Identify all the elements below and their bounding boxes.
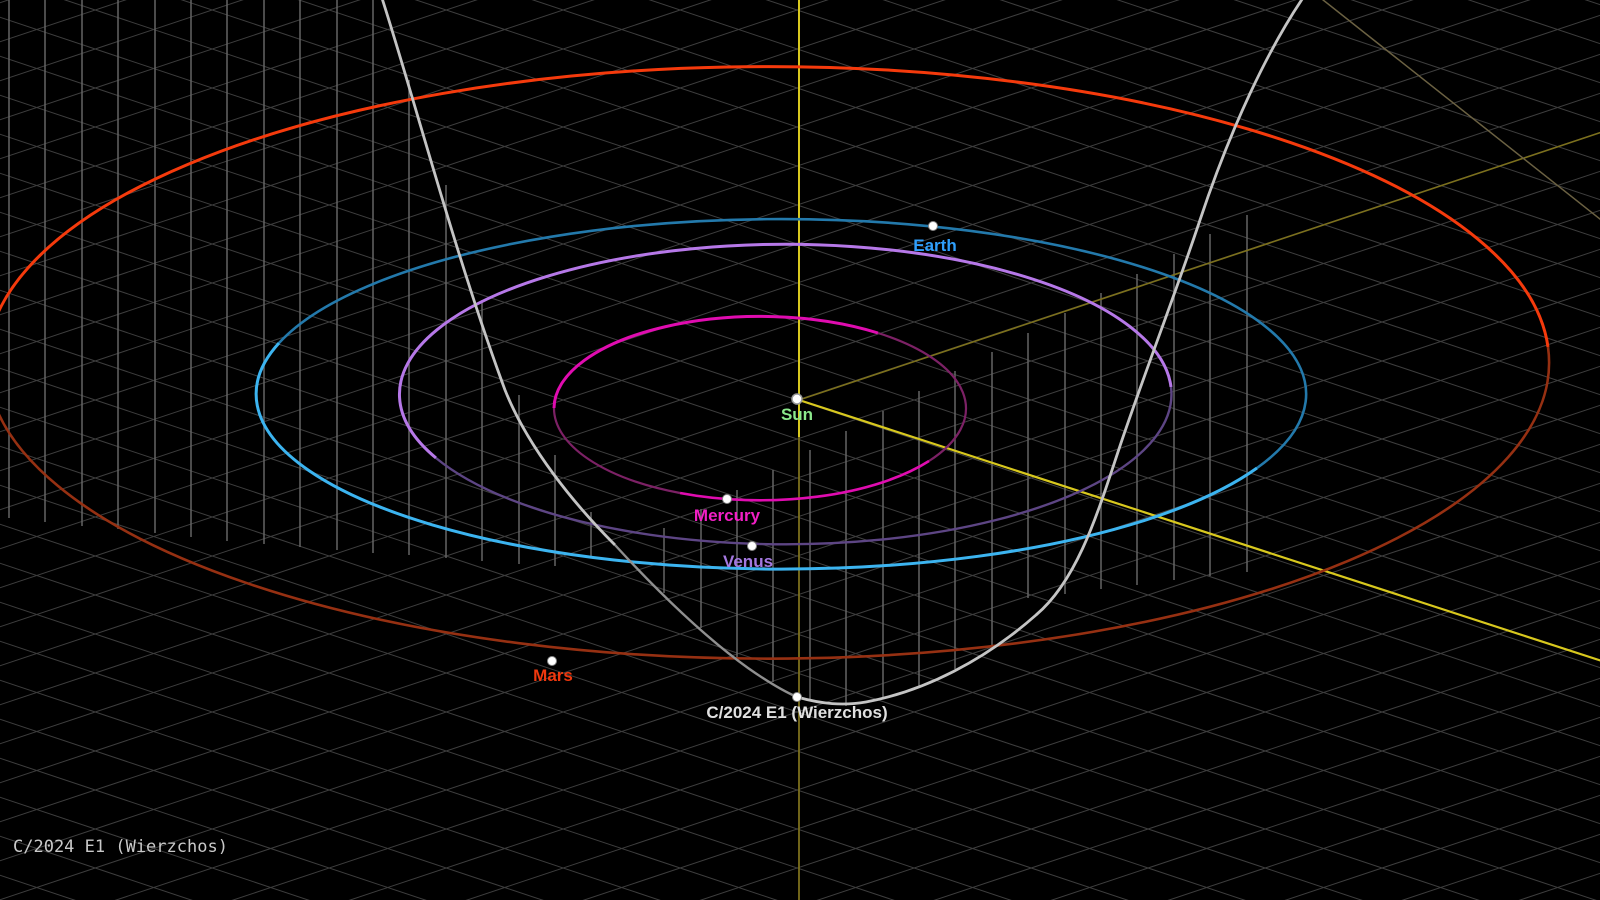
anti-equinox-ray <box>799 131 1600 400</box>
venus-label[interactable]: Venus <box>723 552 773 571</box>
body-markers <box>548 222 938 702</box>
comet-trajectory-outbound-bright <box>797 0 1307 704</box>
info-panel: C/2024 E1 (Wierzchos) Earth Distance: 1.… <box>13 776 259 900</box>
orbit-viewer-canvas[interactable]: Sun Mercury Venus Earth Mars C/2024 E1 (… <box>0 0 1600 900</box>
mars-dot[interactable] <box>548 657 557 666</box>
comet-label[interactable]: C/2024 E1 (Wierzchos) <box>706 703 887 722</box>
venus-dot[interactable] <box>748 542 757 551</box>
planet-orbits <box>0 67 1549 659</box>
earth-dot[interactable] <box>929 222 938 231</box>
info-object-name: C/2024 E1 (Wierzchos) <box>13 833 259 862</box>
mercury-orbit-bright-top <box>554 316 878 408</box>
orbit-scene: Sun Mercury Venus Earth Mars C/2024 E1 (… <box>0 0 1600 900</box>
earth-label[interactable]: Earth <box>913 236 956 255</box>
mars-label[interactable]: Mars <box>533 666 573 685</box>
mercury-label[interactable]: Mercury <box>694 506 761 525</box>
venus-orbit-bright <box>399 244 1171 458</box>
sun-dot[interactable] <box>792 394 802 404</box>
sun-label[interactable]: Sun <box>781 405 813 424</box>
mercury-dot[interactable] <box>723 495 732 504</box>
comet-trajectory <box>380 0 1307 704</box>
trajectory-shadow-line <box>1313 0 1600 223</box>
comet-dot[interactable] <box>793 693 802 702</box>
earth-orbit-dim <box>279 219 1306 468</box>
earth-orbit-bright <box>256 343 1257 569</box>
